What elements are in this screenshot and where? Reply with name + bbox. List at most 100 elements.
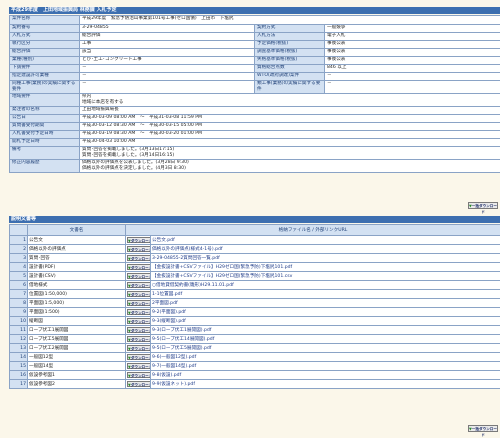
label-same-work: 同種工事(業務)の実績に関する要件 (10, 81, 80, 94)
file-cell: 9-7(一般図14型).pdf (151, 362, 500, 371)
value-opening-date: 平成30-04-03 10:00 AM (80, 139, 500, 147)
table-row: 16仮設参考図1▼ダウンロード9-8(仮設).pdf (10, 371, 500, 380)
download-button-label: ダウンロード (131, 257, 151, 261)
doc-name: 公告文 (28, 236, 126, 245)
value-planned-price: 事後公表 (325, 41, 500, 49)
file-link[interactable]: 2平面図.pdf (152, 301, 178, 306)
doc-name: 位置図(1:50,000) (28, 290, 126, 299)
doc-name: 設計書(PDF) (28, 263, 126, 272)
download-button-label: ダウンロード (131, 383, 151, 387)
download-button[interactable]: ▼ダウンロード (127, 327, 151, 333)
download-button[interactable]: ▼ダウンロード (127, 318, 151, 324)
value-contract-no: 3-29-04855 (80, 25, 255, 33)
row-number: 8 (10, 299, 28, 308)
remarks-line2: 質問･回答を掲載しました。(3月14日16:15) (82, 153, 498, 159)
row-number: 16 (10, 371, 28, 380)
download-button[interactable]: ▼ダウンロード (127, 354, 151, 360)
label-exec-category: 執行区分 (10, 41, 80, 49)
value-qualification-score: 846 以上 (325, 65, 500, 73)
file-link[interactable]: 9-6(一般図12型).pdf (152, 355, 196, 360)
row-number: 13 (10, 344, 28, 353)
download-button[interactable]: ▼ダウンロード (127, 363, 151, 369)
value-notice-date: 平成30-03-09 08:00 AM ～ 平成31-03-08 11:59 P… (80, 115, 500, 123)
doc-name: 質問･回答 (28, 254, 126, 263)
file-cell: 9-3(ロープ伏工1展開図).pdf (151, 326, 500, 335)
download-button[interactable]: ▼ダウンロード (127, 300, 151, 306)
download-button[interactable]: ▼ダウンロード (127, 246, 151, 252)
file-cell: 3-29-04855-2質問回答一覧.pdf (151, 254, 500, 263)
download-button-label: ダウンロード (131, 275, 151, 279)
file-link[interactable]: 1-1位置図.pdf (152, 292, 182, 297)
row-number: 9 (10, 308, 28, 317)
download-cell: ▼ダウンロード (126, 326, 151, 335)
file-link[interactable]: 9-3(ロープ伏工1展開図).pdf (152, 328, 211, 333)
row-number: 6 (10, 281, 28, 290)
table-row: 10縦断図▼ダウンロード9-3(縦断図).pdf (10, 317, 500, 326)
bulk-download-button-top[interactable]: ▼一括ダウンロード (468, 202, 498, 209)
download-button[interactable]: ▼ダウンロード (127, 237, 151, 243)
file-link[interactable]: 9-5(ロープ伏工14展開図).pdf (152, 337, 214, 342)
download-button[interactable]: ▼ダウンロード (127, 381, 151, 387)
download-button[interactable]: ▼ダウンロード (127, 264, 151, 270)
file-link[interactable]: 9-5(ロープ伏工5展開図).pdf (152, 346, 211, 351)
value-revision-history: 価格以外の評価点を公表しました。(3月28日 9:30)価格以外の評価点を決定し… (80, 160, 500, 173)
file-link[interactable]: 価格以外の評価点(様式4-1号).pdf (152, 247, 223, 252)
download-button-label: ダウンロード (131, 302, 151, 306)
download-button-label: ダウンロード (131, 374, 151, 378)
download-button[interactable]: ▼ダウンロード (127, 372, 151, 378)
file-link[interactable]: 9-7(一般図14型).pdf (152, 364, 196, 369)
download-button[interactable]: ▼ダウンロード (127, 273, 151, 279)
download-cell: ▼ダウンロード (126, 335, 151, 344)
download-button[interactable]: ▼ダウンロード (127, 336, 151, 342)
download-button[interactable]: ▼ダウンロード (127, 282, 151, 288)
label-subcontract: 下請要件 (10, 65, 80, 73)
table-row: 6借地様式▼ダウンロード○借地貸借契約書(雛形)H29.11.01.pdf (10, 281, 500, 290)
table-row: 8平面図(1:5,000)▼ダウンロード2平面図.pdf (10, 299, 500, 308)
file-link[interactable]: 【金抜設計書+CSVファイル】H29ゼロ国(緊急予防)下塩尻101.csv (152, 274, 292, 279)
col-doc-name: 文書名 (28, 225, 126, 236)
file-link[interactable]: 公告文.pdf (152, 238, 175, 243)
row-number: 15 (10, 362, 28, 371)
table-row: 3質問･回答▼ダウンロード3-29-04855-2質問回答一覧.pdf (10, 254, 500, 263)
value-bid-period: 平成30-03-19 08:30 AM ～ 平成30-03-20 01:00 P… (80, 131, 500, 139)
bulk-download-button-bottom[interactable]: ▼一括ダウンロード (468, 425, 498, 432)
label-notice-date: 公告日 (10, 115, 80, 123)
doc-name: 一般図14型 (28, 362, 126, 371)
download-button[interactable]: ▼ダウンロード (127, 309, 151, 315)
label-survey-price: 調査基準価格(税抜) (255, 49, 325, 57)
label-question-period: 質問書受付期間 (10, 123, 80, 131)
col-file-name: 格納ファイル名 / 外部リンクURL (126, 225, 500, 236)
table-row: 14一般図12型▼ダウンロード9-6(一般図12型).pdf (10, 353, 500, 362)
download-button-label: ダウンロード (131, 320, 151, 324)
file-link[interactable]: 9-2(平面図).pdf (152, 310, 186, 315)
doc-name: 平面図(1:5,000) (28, 299, 126, 308)
download-button[interactable]: ▼ダウンロード (127, 291, 151, 297)
file-cell: 2平面図.pdf (151, 299, 500, 308)
file-link[interactable]: ○借地貸借契約書(雛形)H29.11.01.pdf (152, 283, 234, 288)
doc-name: 縦断図 (28, 317, 126, 326)
col-no (10, 225, 28, 236)
download-button-label: ダウンロード (131, 239, 151, 243)
label-contract-method: 契約方式 (255, 25, 325, 33)
download-button-label: ダウンロード (131, 266, 151, 270)
value-exec-category: 工事 (80, 41, 255, 49)
file-link[interactable]: 9-8(仮設).pdf (152, 373, 181, 378)
row-number: 1 (10, 236, 28, 245)
value-wto: － (325, 73, 500, 81)
download-button[interactable]: ▼ダウンロード (127, 255, 151, 261)
download-button[interactable]: ▼ダウンロード (127, 345, 151, 351)
label-wto: WTO(政府調達)案件 (255, 73, 325, 81)
row-number: 2 (10, 245, 28, 254)
file-link[interactable]: 3-29-04855-2質問回答一覧.pdf (152, 256, 220, 261)
table-row: 12ロープ伏工5展開図▼ダウンロード9-5(ロープ伏工14展開図).pdf (10, 335, 500, 344)
file-link[interactable]: 9-3(縦断図).pdf (152, 319, 186, 324)
file-link[interactable]: 【金抜設計書+CSVファイル】H29ゼロ国(緊急予防)下塩尻101.pdf (152, 265, 292, 270)
file-cell: 9-8(仮設).pdf (151, 371, 500, 380)
file-cell: 9-5(ロープ伏工14展開図).pdf (151, 335, 500, 344)
value-bid-way: 電子入札 (325, 33, 500, 41)
file-link[interactable]: 9-9(仮設ネット).pdf (152, 382, 195, 387)
label-revision-history: 修正内容履歴 (10, 160, 80, 173)
docs-table: 文書名 格納ファイル名 / 外部リンクURL 1公告文▼ダウンロード公告文.pd… (9, 224, 500, 389)
file-cell: ○借地貸借契約書(雛形)H29.11.01.pdf (151, 281, 500, 290)
label-bid-period: 入札書受付予定日時 (10, 131, 80, 139)
